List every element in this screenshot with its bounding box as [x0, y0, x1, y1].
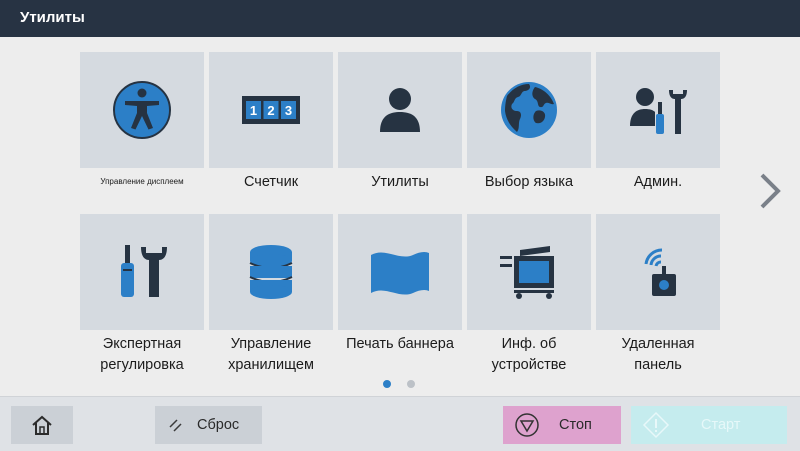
tile-label: Удаленная панель [621, 336, 695, 373]
globe-icon [501, 82, 557, 138]
tile-label: Управление дисплеем [100, 177, 184, 186]
tile-label: Выбор языка [484, 174, 574, 190]
tile-expert-adjustment[interactable]: Экспертная регулировка [80, 214, 204, 373]
chevron-right-icon[interactable] [756, 172, 784, 210]
tile-language-select[interactable]: Выбор языка [467, 52, 591, 210]
start-icon [642, 411, 670, 439]
svg-text:1: 1 [250, 103, 257, 118]
remote-panel-icon [644, 248, 676, 296]
title-bar: Утилиты [0, 0, 800, 37]
stop-button[interactable]: Стоп [503, 406, 621, 444]
tile-label: Админ. [633, 174, 683, 190]
person-icon [380, 88, 420, 132]
stop-icon [515, 413, 539, 437]
tile-remote-panel[interactable]: Удаленная панель [596, 214, 720, 373]
bottom-bar: Сброс Стоп Старт [0, 396, 800, 451]
home-button[interactable] [11, 406, 73, 444]
page-indicator [378, 378, 422, 390]
reset-icon [169, 419, 182, 432]
database-icon [249, 245, 293, 299]
page-dot-inactive[interactable] [407, 380, 415, 388]
start-button[interactable]: Старт [631, 406, 787, 444]
printer-icon [500, 246, 554, 299]
tile-banner-print[interactable]: Печать баннера [338, 214, 462, 372]
tile-label: Инф. об устройстве [491, 336, 567, 373]
counter-icon: 1 2 3 [242, 96, 300, 124]
tile-counter[interactable]: 1 2 3 Счетчик [209, 52, 333, 210]
utility-grid: Управление дисплеем 1 2 3 Счетчик Утилит… [80, 52, 720, 373]
tile-device-info[interactable]: Инф. об устройстве [467, 214, 591, 373]
accessibility-icon [113, 81, 171, 139]
page-dot-active[interactable] [383, 380, 391, 388]
tile-label: Управление хранилищем [228, 336, 314, 373]
tile-label: Утилиты [371, 174, 429, 190]
tile-utilities[interactable]: Утилиты [338, 52, 462, 210]
home-icon [32, 415, 52, 435]
admin-tools-icon [630, 88, 687, 134]
tile-storage-management[interactable]: Управление хранилищем [209, 214, 333, 373]
page-title: Утилиты [20, 9, 85, 26]
tile-label: Экспертная регулировка [100, 336, 184, 373]
stop-label: Стоп [559, 417, 592, 433]
banner-icon [371, 251, 429, 295]
tile-label: Счетчик [243, 174, 299, 190]
svg-text:3: 3 [285, 103, 292, 118]
reset-button[interactable]: Сброс [155, 406, 262, 444]
reset-label: Сброс [197, 417, 240, 433]
screwdriver-wrench-icon [121, 245, 167, 297]
tile-display-management[interactable]: Управление дисплеем [80, 52, 204, 210]
tile-label: Печать баннера [346, 336, 454, 352]
tile-admin[interactable]: Админ. [596, 52, 720, 210]
svg-text:2: 2 [267, 103, 274, 118]
start-label: Старт [701, 417, 741, 433]
